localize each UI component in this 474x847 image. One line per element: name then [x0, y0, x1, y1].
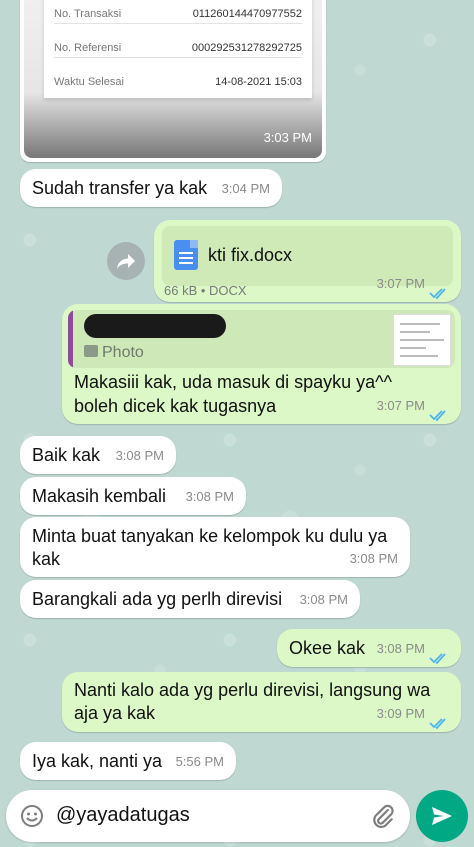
reply-message[interactable]: Photo Makasiii kak, uda masuk di spayku …	[62, 304, 461, 424]
message-time: 5:56 PM	[175, 754, 224, 769]
message-text: Sudah transfer ya kak	[32, 178, 208, 198]
receipt-label: No. Referensi	[54, 42, 122, 54]
quoted-photo-thumbnail	[393, 314, 451, 366]
paperclip-icon[interactable]	[370, 803, 396, 829]
receipt-row: Waktu Selesai 14-08-2021 15:03	[54, 62, 302, 92]
forward-icon	[117, 254, 135, 269]
incoming-message[interactable]: Iya kak, nanti ya 5:56 PM	[20, 742, 236, 780]
document-message[interactable]: kti fix.docx 66 kB • DOCX 3:07 PM	[154, 220, 461, 302]
document-icon	[174, 240, 198, 270]
receipt-label: No. Transaksi	[54, 8, 122, 20]
message-text-line-1: Minta buat tanyakan ke kelompok ku dulu …	[32, 526, 388, 546]
message-text-line-1: Makasiii kak, uda masuk di spayku ya^^	[74, 372, 393, 392]
message-time: 3:08 PM	[349, 551, 398, 566]
receipt-label: Waktu Selesai	[54, 76, 124, 88]
message-text-line-1: Nanti kalo ada yg perlu direvisi, langsu…	[74, 680, 431, 700]
message-time: 3:08 PM	[115, 448, 164, 463]
receipt-card: No. Transaksi 011260144470977552 No. Ref…	[44, 0, 312, 98]
send-button[interactable]	[416, 790, 468, 842]
message-text: Okee kak	[289, 638, 366, 658]
incoming-message[interactable]: Sudah transfer ya kak 3:04 PM	[20, 169, 282, 207]
receipt-value: 14-08-2021 15:03	[215, 76, 302, 88]
message-text-line-2: aja ya kak	[74, 703, 156, 723]
outgoing-message[interactable]: Okee kak 3:08 PM	[277, 629, 461, 667]
incoming-message[interactable]: Makasih kembali 3:08 PM	[20, 477, 246, 515]
message-time: 3:04 PM	[221, 181, 270, 196]
incoming-message[interactable]: Baik kak 3:08 PM	[20, 436, 176, 474]
message-time: 3:09 PM	[376, 706, 425, 721]
receipt-value: 011260144470977552	[192, 8, 302, 20]
message-text-line-2: boleh dicek kak tugasnya	[74, 396, 277, 416]
message-text: Makasih kembali	[32, 486, 167, 506]
message-text: Baik kak	[32, 445, 101, 465]
photo-icon	[84, 345, 98, 357]
redacted-sender-name	[84, 314, 226, 338]
message-text-line-2: kak	[32, 549, 61, 569]
incoming-message[interactable]: Barangkali ada yg perlh direvisi 3:08 PM	[20, 580, 360, 618]
outgoing-message[interactable]: Nanti kalo ada yg perlu direvisi, langsu…	[62, 672, 461, 732]
message-time: 3:07 PM	[376, 398, 425, 413]
read-ticks-icon	[429, 712, 449, 730]
message-time: 3:08 PM	[299, 592, 348, 607]
message-time: 3:08 PM	[376, 641, 425, 656]
message-time: 3:08 PM	[185, 489, 234, 504]
file-name: kti fix.docx	[208, 245, 293, 265]
receipt-value: 000292531278292725	[191, 42, 302, 54]
file-meta: 66 kB • DOCX	[164, 283, 247, 298]
message-composer[interactable]: @yayadatugas	[6, 790, 410, 842]
quote-label: Photo	[102, 344, 144, 361]
forward-button[interactable]	[107, 242, 145, 280]
receipt-row: No. Referensi 000292531278292725	[54, 28, 302, 58]
message-time: 3:07 PM	[376, 276, 425, 291]
read-ticks-icon	[429, 282, 449, 300]
quote-bar	[68, 310, 73, 368]
send-icon	[432, 807, 452, 825]
emoji-icon[interactable]	[20, 804, 44, 828]
quoted-message[interactable]: Photo	[68, 310, 455, 368]
incoming-message[interactable]: Minta buat tanyakan ke kelompok ku dulu …	[20, 517, 410, 577]
read-ticks-icon	[429, 404, 449, 422]
message-text: Barangkali ada yg perlh direvisi	[32, 589, 283, 609]
message-text: Iya kak, nanti ya	[32, 751, 163, 771]
message-time: 3:03 PM	[263, 130, 312, 145]
image-message[interactable]: No. Transaksi 011260144470977552 No. Ref…	[20, 0, 326, 162]
message-input[interactable]: @yayadatugas	[56, 804, 190, 827]
chat-background: No. Transaksi 011260144470977552 No. Ref…	[0, 0, 474, 847]
receipt-row: No. Transaksi 011260144470977552	[54, 0, 302, 24]
read-ticks-icon	[429, 647, 449, 665]
receipt-image[interactable]: No. Transaksi 011260144470977552 No. Ref…	[24, 0, 322, 158]
